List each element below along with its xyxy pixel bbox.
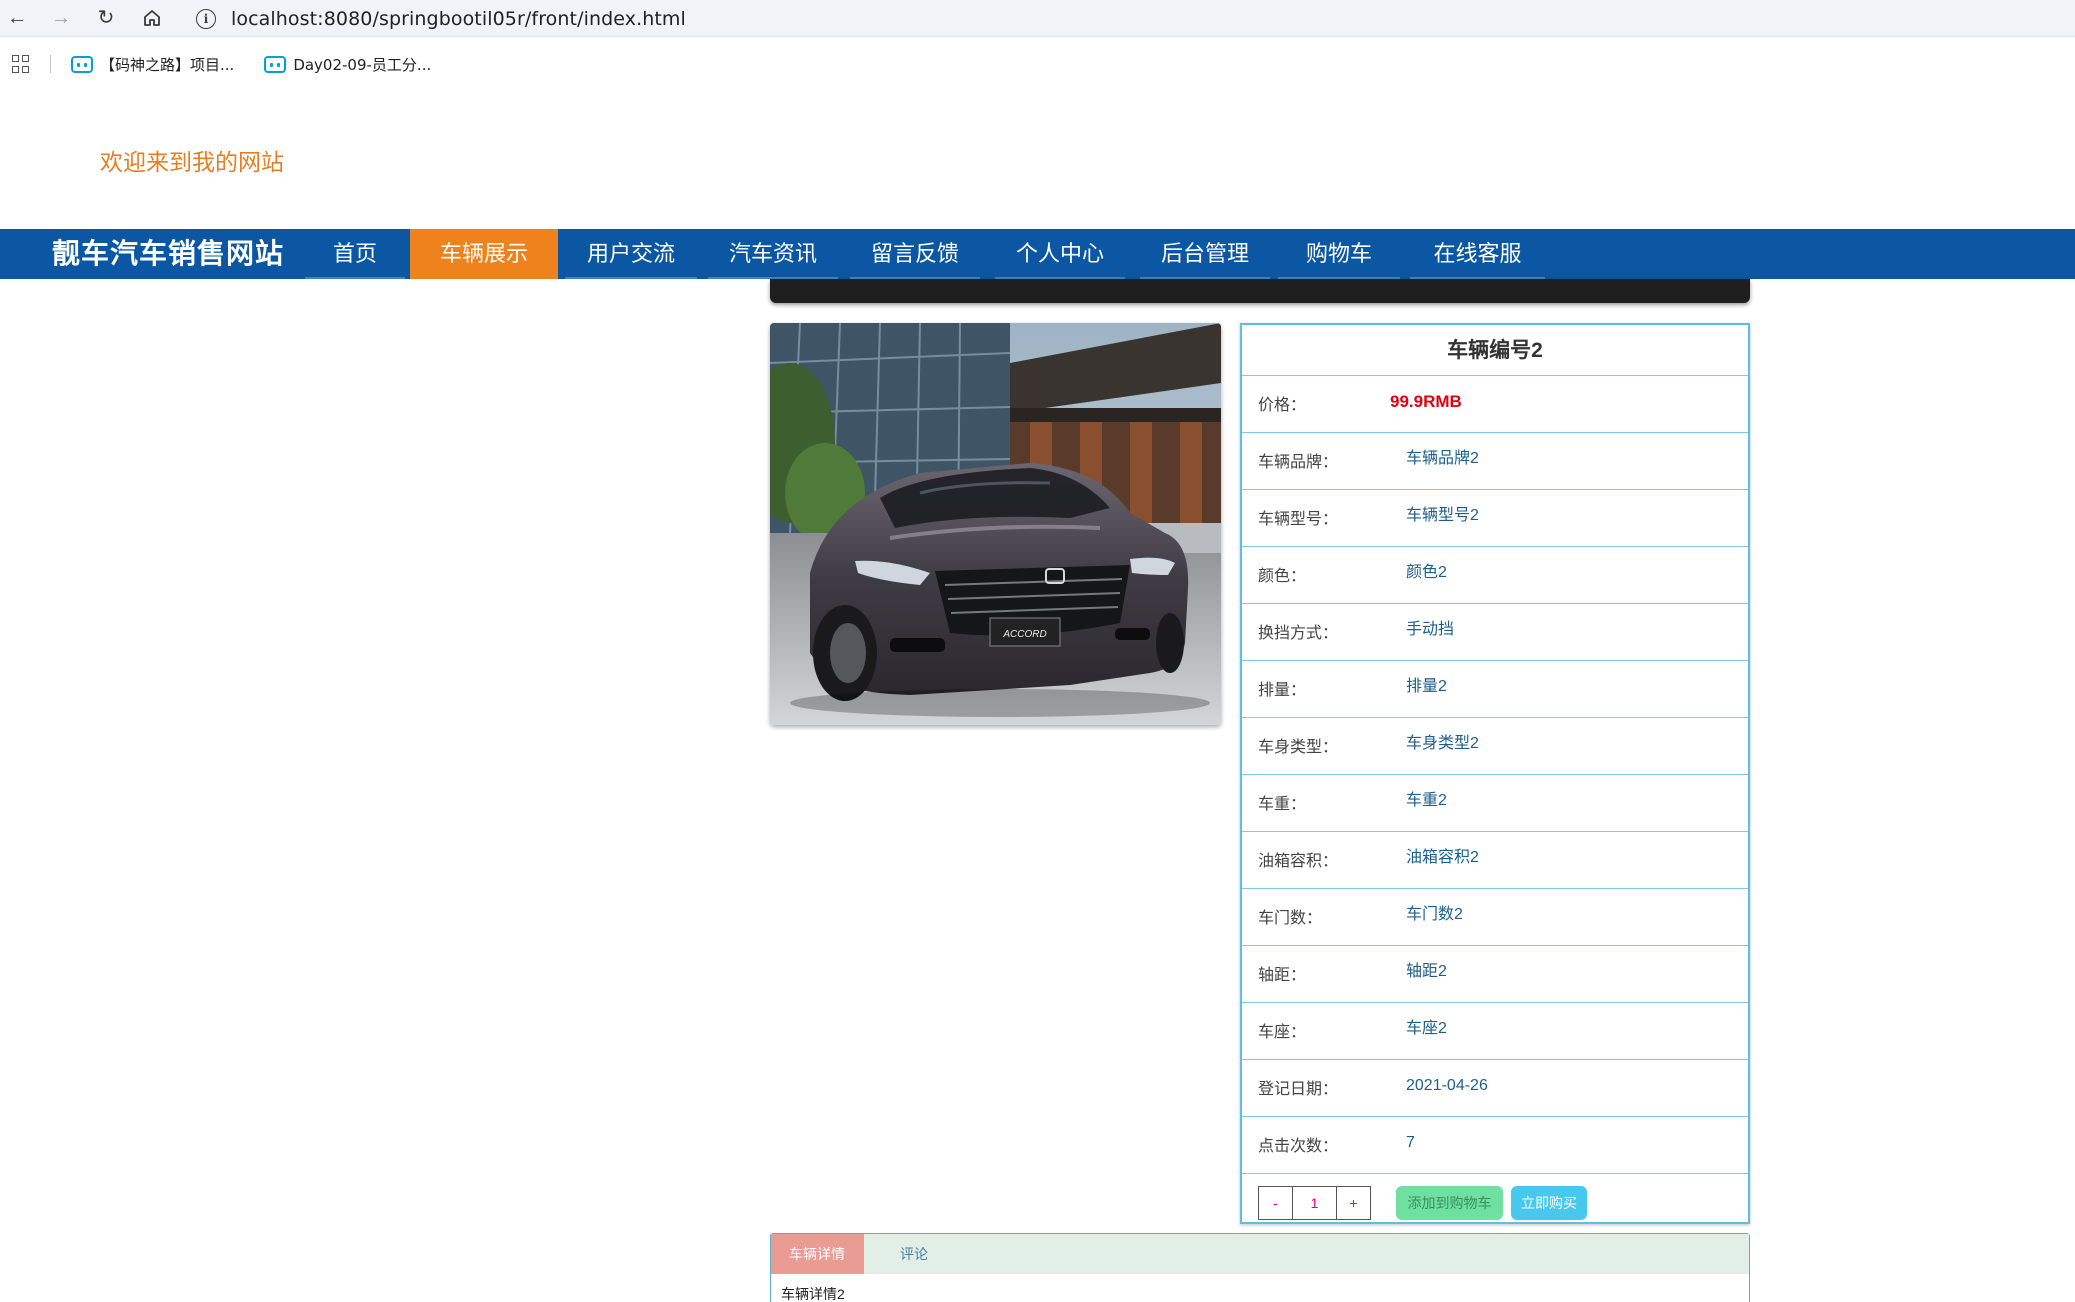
info-row-weight: 车重： 车重2 bbox=[1242, 775, 1748, 832]
welcome-text: 欢迎来到我的网站 bbox=[100, 149, 284, 175]
reload-icon[interactable]: ↻ bbox=[93, 5, 119, 31]
car-photo: ACCORD bbox=[770, 323, 1221, 725]
info-label: 排量： bbox=[1258, 682, 1307, 699]
nav-label: 个人中心 bbox=[1015, 241, 1104, 266]
info-row-transmission: 换挡方式： 手动挡 bbox=[1242, 604, 1748, 661]
nav-item-news[interactable]: 汽车资讯 bbox=[708, 229, 838, 279]
nav-label: 用户交流 bbox=[586, 241, 675, 266]
carousel-edge bbox=[770, 279, 1750, 303]
address-bar[interactable]: i localhost:8080/springbootil05r/front/i… bbox=[190, 2, 2070, 35]
bookmarks-bar: 【码神之路】项目... Day02-09-员工分... bbox=[0, 48, 2075, 80]
info-label: 车辆型号： bbox=[1258, 511, 1339, 528]
site-brand[interactable]: 靓车汽车销售网站 bbox=[52, 229, 284, 279]
product-image: ACCORD bbox=[770, 323, 1221, 725]
info-row-displacement: 排量： 排量2 bbox=[1242, 661, 1748, 718]
nav-item-profile[interactable]: 个人中心 bbox=[995, 229, 1125, 279]
info-label: 价格： bbox=[1258, 397, 1307, 414]
info-value: 车辆型号2 bbox=[1406, 507, 1479, 524]
home-icon[interactable] bbox=[139, 5, 165, 31]
info-label: 车身类型： bbox=[1258, 739, 1339, 756]
quantity-stepper: - 1 + bbox=[1258, 1186, 1371, 1220]
bookmark-label: 【码神之路】项目... bbox=[100, 55, 235, 74]
info-value: 2021-04-26 bbox=[1406, 1077, 1488, 1094]
quantity-input[interactable]: 1 bbox=[1293, 1187, 1337, 1219]
info-row-model: 车辆型号： 车辆型号2 bbox=[1242, 490, 1748, 547]
bookmark-separator bbox=[50, 55, 51, 73]
info-label: 油箱容积： bbox=[1258, 853, 1339, 870]
info-row-brand: 车辆品牌： 车辆品牌2 bbox=[1242, 433, 1748, 490]
info-row-seats: 车座： 车座2 bbox=[1242, 1003, 1748, 1060]
info-value: 车身类型2 bbox=[1406, 735, 1479, 752]
add-to-cart-button[interactable]: 添加到购物车 bbox=[1396, 1186, 1503, 1220]
info-value: 手动挡 bbox=[1406, 621, 1455, 638]
nav-item-community[interactable]: 用户交流 bbox=[565, 229, 697, 279]
info-label: 换挡方式： bbox=[1258, 625, 1339, 642]
info-value: 颜色2 bbox=[1406, 564, 1447, 581]
browser-toolbar: ← → ↻ i localhost:8080/springbootil05r/f… bbox=[0, 0, 2075, 37]
info-label: 轴距： bbox=[1258, 967, 1307, 984]
info-label: 点击次数： bbox=[1258, 1138, 1339, 1155]
info-row-body-type: 车身类型： 车身类型2 bbox=[1242, 718, 1748, 775]
forward-icon[interactable]: → bbox=[48, 5, 74, 31]
main-nav: 靓车汽车销售网站 首页 车辆展示 用户交流 汽车资讯 留言反馈 个人中心 后台管… bbox=[0, 229, 2075, 279]
bookmark-label: Day02-09-员工分... bbox=[293, 55, 432, 74]
nav-item-cart[interactable]: 购物车 bbox=[1278, 229, 1400, 279]
info-row-wheelbase: 轴距： 轴距2 bbox=[1242, 946, 1748, 1003]
info-label: 车座： bbox=[1258, 1024, 1307, 1041]
bilibili-icon bbox=[264, 55, 287, 73]
info-row-doors: 车门数： 车门数2 bbox=[1242, 889, 1748, 946]
info-row-tank: 油箱容积： 油箱容积2 bbox=[1242, 832, 1748, 889]
info-label: 车重： bbox=[1258, 796, 1307, 813]
info-value: 排量2 bbox=[1406, 678, 1447, 695]
plate-text: ACCORD bbox=[1002, 629, 1046, 640]
detail-tabs: 车辆详情 评论 车辆详情2 bbox=[770, 1233, 1750, 1302]
info-label: 颜色： bbox=[1258, 568, 1307, 585]
price-value: 99.9RMB bbox=[1390, 392, 1462, 411]
back-icon[interactable]: ← bbox=[4, 5, 30, 31]
info-value: 油箱容积2 bbox=[1406, 849, 1479, 866]
product-info-table: 车辆编号2 价格： 99.9RMB 车辆品牌： 车辆品牌2 车辆型号： 车辆型号… bbox=[1240, 323, 1750, 1224]
nav-label: 汽车资讯 bbox=[728, 241, 817, 266]
purchase-row: - 1 + 添加到购物车 立即购买 bbox=[1242, 1174, 1748, 1224]
info-label: 车辆品牌： bbox=[1258, 454, 1339, 471]
info-value: 车座2 bbox=[1406, 1020, 1447, 1037]
nav-label: 在线客服 bbox=[1433, 241, 1522, 266]
nav-item-support[interactable]: 在线客服 bbox=[1410, 229, 1545, 279]
apps-icon[interactable] bbox=[12, 55, 30, 73]
nav-item-home[interactable]: 首页 bbox=[305, 229, 405, 279]
bookmark-item[interactable]: 【码神之路】项目... bbox=[71, 54, 234, 75]
info-row-price: 价格： 99.9RMB bbox=[1242, 376, 1748, 433]
tabs-header: 车辆详情 评论 bbox=[771, 1234, 1749, 1274]
nav-label: 购物车 bbox=[1305, 241, 1372, 266]
info-row-clicks: 点击次数： 7 bbox=[1242, 1117, 1748, 1174]
info-row-color: 颜色： 颜色2 bbox=[1242, 547, 1748, 604]
info-row-reg-date: 登记日期： 2021-04-26 bbox=[1242, 1060, 1748, 1117]
nav-label: 后台管理 bbox=[1160, 241, 1249, 266]
nav-item-vehicles[interactable]: 车辆展示 bbox=[410, 229, 558, 279]
product-title: 车辆编号2 bbox=[1242, 325, 1748, 376]
info-value: 车辆品牌2 bbox=[1406, 450, 1479, 467]
tab-content: 车辆详情2 bbox=[781, 1286, 845, 1302]
bookmark-item[interactable]: Day02-09-员工分... bbox=[264, 54, 431, 75]
home-icon-svg bbox=[144, 10, 160, 26]
url-text[interactable]: localhost:8080/springbootil05r/front/ind… bbox=[231, 8, 686, 30]
bilibili-icon bbox=[71, 55, 93, 73]
nav-label: 留言反馈 bbox=[870, 241, 959, 266]
info-value: 车重2 bbox=[1406, 792, 1447, 809]
info-value: 车门数2 bbox=[1406, 906, 1463, 923]
info-value: 7 bbox=[1406, 1134, 1415, 1151]
site-info-icon[interactable]: i bbox=[196, 8, 216, 29]
increase-qty-button[interactable]: + bbox=[1337, 1187, 1370, 1219]
nav-item-feedback[interactable]: 留言反馈 bbox=[850, 229, 980, 279]
nav-label: 车辆展示 bbox=[439, 241, 528, 266]
decrease-qty-button[interactable]: - bbox=[1259, 1187, 1293, 1219]
nav-item-admin[interactable]: 后台管理 bbox=[1140, 229, 1270, 279]
tab-details[interactable]: 车辆详情 bbox=[771, 1234, 864, 1274]
info-value: 轴距2 bbox=[1406, 963, 1447, 980]
info-label: 登记日期： bbox=[1258, 1081, 1339, 1098]
buy-now-button[interactable]: 立即购买 bbox=[1511, 1186, 1587, 1220]
info-label: 车门数： bbox=[1258, 910, 1323, 927]
tab-comments[interactable]: 评论 bbox=[864, 1234, 946, 1274]
nav-label: 首页 bbox=[332, 241, 377, 266]
